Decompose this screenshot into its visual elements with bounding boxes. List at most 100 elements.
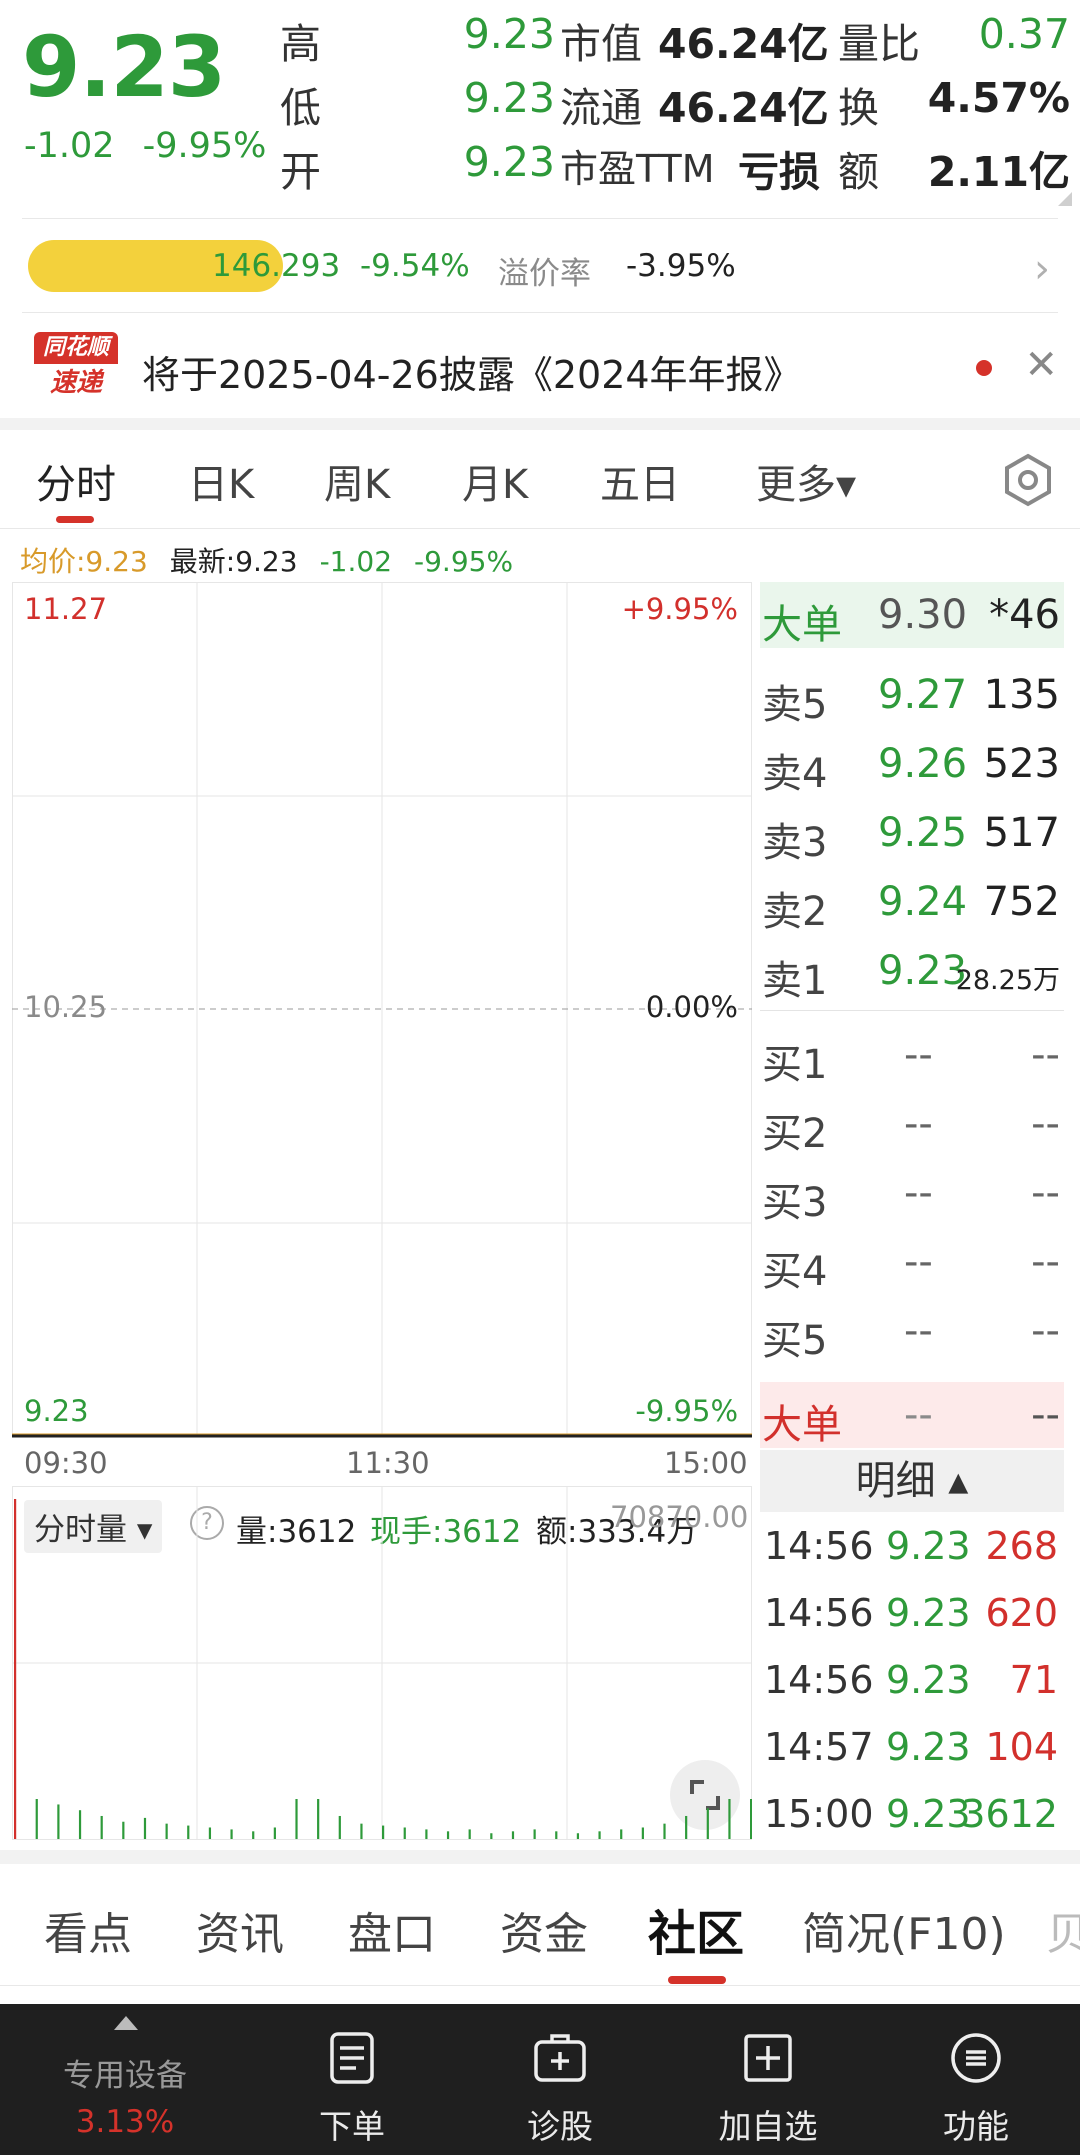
chart-period-tabs: 分时 日K 周K 月K 五日 更多▾ xyxy=(0,430,1080,530)
order-level-price: 9.24 xyxy=(878,879,968,925)
fund-value: 146.293 xyxy=(212,248,341,284)
order-book-row[interactable]: 买2 -- -- xyxy=(760,1091,1064,1157)
big-order-vol: *46 xyxy=(989,592,1060,638)
quote-row-high: 高 9.23 市值 46.24亿 量比 0.37 xyxy=(280,10,1080,74)
y-pct-low: -9.95% xyxy=(635,1394,738,1428)
trade-time: 15:00 xyxy=(764,1792,874,1836)
nav-add-watchlist[interactable]: 加自选 xyxy=(678,2004,858,2155)
order-level-volume: -- xyxy=(1031,1308,1060,1354)
y-label-low: 9.23 xyxy=(24,1394,89,1428)
volume-bar xyxy=(533,1829,536,1839)
volume-bar xyxy=(490,1833,493,1839)
tab-more[interactable]: 更多▾ xyxy=(756,452,856,510)
order-level-label: 卖5 xyxy=(762,682,828,728)
volume-bar xyxy=(100,1815,103,1839)
fund-change: -9.54% xyxy=(360,248,470,284)
stat-value: 46.24亿 xyxy=(658,20,829,68)
volume-bar xyxy=(14,1499,17,1839)
stat-label: 高 xyxy=(280,20,321,68)
trade-detail-header[interactable]: 明细 ▴ xyxy=(760,1450,1064,1512)
settings-icon[interactable] xyxy=(1000,452,1056,508)
stat-label: 额 xyxy=(838,148,879,196)
tab-intraday[interactable]: 分时 xyxy=(36,452,116,510)
order-level-label: 买3 xyxy=(762,1180,828,1226)
tab-highlights[interactable]: 看点 xyxy=(44,1898,132,1962)
chevron-right-icon: › xyxy=(1034,246,1050,292)
volume-bar xyxy=(750,1799,752,1839)
volume-bar xyxy=(143,1817,147,1839)
trade-price: 9.23 xyxy=(886,1792,971,1836)
big-order-top[interactable]: 大单 9.30 *46 xyxy=(760,582,1064,648)
order-book-row[interactable]: 卖2 9.24 752 xyxy=(760,869,1064,935)
divider xyxy=(0,1985,1080,1986)
nav-diagnose[interactable]: 诊股 xyxy=(470,2004,650,2155)
intraday-chart[interactable]: 11.27 10.25 9.23 +9.95% 0.00% -9.95% xyxy=(12,582,752,1439)
order-icon xyxy=(330,2032,374,2084)
trade-price: 9.23 xyxy=(886,1658,971,1702)
trade-time: 14:57 xyxy=(764,1725,874,1769)
change-value: -1.02 xyxy=(24,126,115,166)
order-book-row[interactable]: 买5 -- -- xyxy=(760,1298,1064,1364)
intraday-info-line: 均价:9.23 最新:9.23 -1.02 -9.95% xyxy=(20,540,535,580)
order-book-row[interactable]: 买1 -- -- xyxy=(760,1022,1064,1088)
order-book-row[interactable]: 卖5 9.27 135 xyxy=(760,662,1064,728)
trade-row: 14:57 9.23 104 xyxy=(760,1715,1064,1781)
order-level-volume: -- xyxy=(1031,1032,1060,1078)
close-icon[interactable]: ✕ xyxy=(1024,342,1058,388)
order-level-label: 卖3 xyxy=(762,820,828,866)
change-percent: -9.95% xyxy=(142,126,267,166)
related-fund-row[interactable]: 146.293 -9.54% 溢价率 -3.95% › xyxy=(0,228,1080,310)
order-book-row[interactable]: 卖1 9.23 28.25万 xyxy=(760,938,1064,1004)
volume-bar xyxy=(57,1804,60,1839)
section-gap xyxy=(0,418,1080,430)
trade-volume: 3612 xyxy=(961,1792,1058,1836)
order-book-row[interactable]: 卖3 9.25 517 xyxy=(760,800,1064,866)
quote-row-low: 低 9.23 流通 46.24亿 换 4.57% xyxy=(280,74,1080,138)
big-order-bottom[interactable]: 大单 -- -- xyxy=(760,1382,1064,1448)
stat-label: 低 xyxy=(280,84,321,132)
x-label-noon: 11:30 xyxy=(346,1446,430,1480)
tab-overflow[interactable]: 贝 xyxy=(1046,1898,1080,1962)
section-gap xyxy=(0,1850,1080,1864)
volume-bar xyxy=(317,1799,320,1839)
tab-orderbook[interactable]: 盘口 xyxy=(348,1898,436,1962)
stat-value: 46.24亿 xyxy=(658,84,829,132)
volume-chart[interactable] xyxy=(12,1486,752,1841)
order-level-label: 卖1 xyxy=(762,958,828,1004)
volume-bar xyxy=(382,1825,385,1839)
tab-news[interactable]: 资讯 xyxy=(196,1898,284,1962)
order-level-volume: 517 xyxy=(983,810,1060,856)
tab-monthly-k[interactable]: 月K xyxy=(462,452,528,510)
stat-label: 市盈TTM xyxy=(560,147,715,191)
order-book-row[interactable]: 买4 -- -- xyxy=(760,1229,1064,1295)
big-order-label: 大单 xyxy=(762,602,842,648)
order-level-volume: -- xyxy=(1031,1170,1060,1216)
divider xyxy=(22,312,1058,313)
tab-weekly-k[interactable]: 周K xyxy=(324,452,390,510)
announcement-banner[interactable]: 同花顺 速递 将于2025-04-26披露《2024年年报》 ✕ xyxy=(0,320,1080,415)
tab-five-day[interactable]: 五日 xyxy=(600,452,680,510)
volume-bar xyxy=(641,1827,644,1839)
volume-bar xyxy=(165,1823,168,1839)
volume-bar xyxy=(273,1827,276,1839)
tab-community[interactable]: 社区 xyxy=(648,1894,744,1964)
trade-volume: 71 xyxy=(1009,1658,1058,1702)
stat-label: 量比 xyxy=(838,20,920,68)
nav-order[interactable]: 下单 xyxy=(262,2004,442,2155)
tab-funds[interactable]: 资金 xyxy=(500,1898,588,1962)
add-watchlist-icon xyxy=(744,2034,792,2082)
quote-row-open: 开 9.23 市盈TTM 亏损 额 2.11亿 xyxy=(280,138,1080,202)
tab-f10[interactable]: 简况(F10) xyxy=(802,1898,1006,1962)
trade-volume: 620 xyxy=(985,1591,1058,1635)
volume-bar xyxy=(468,1829,471,1839)
stat-label: 开 xyxy=(280,148,321,196)
volume-bar xyxy=(511,1831,515,1839)
nav-functions[interactable]: 功能 xyxy=(886,2004,1066,2155)
order-book-row[interactable]: 卖4 9.26 523 xyxy=(760,731,1064,797)
tab-daily-k[interactable]: 日K xyxy=(188,452,254,510)
order-book-row[interactable]: 买3 -- -- xyxy=(760,1160,1064,1226)
stat-value: 2.11亿 xyxy=(927,148,1070,196)
intraday-chart-svg xyxy=(12,582,752,1438)
order-level-price: 9.23 xyxy=(878,948,968,994)
sector-indicator[interactable]: 专用设备 3.13% xyxy=(40,2004,210,2155)
